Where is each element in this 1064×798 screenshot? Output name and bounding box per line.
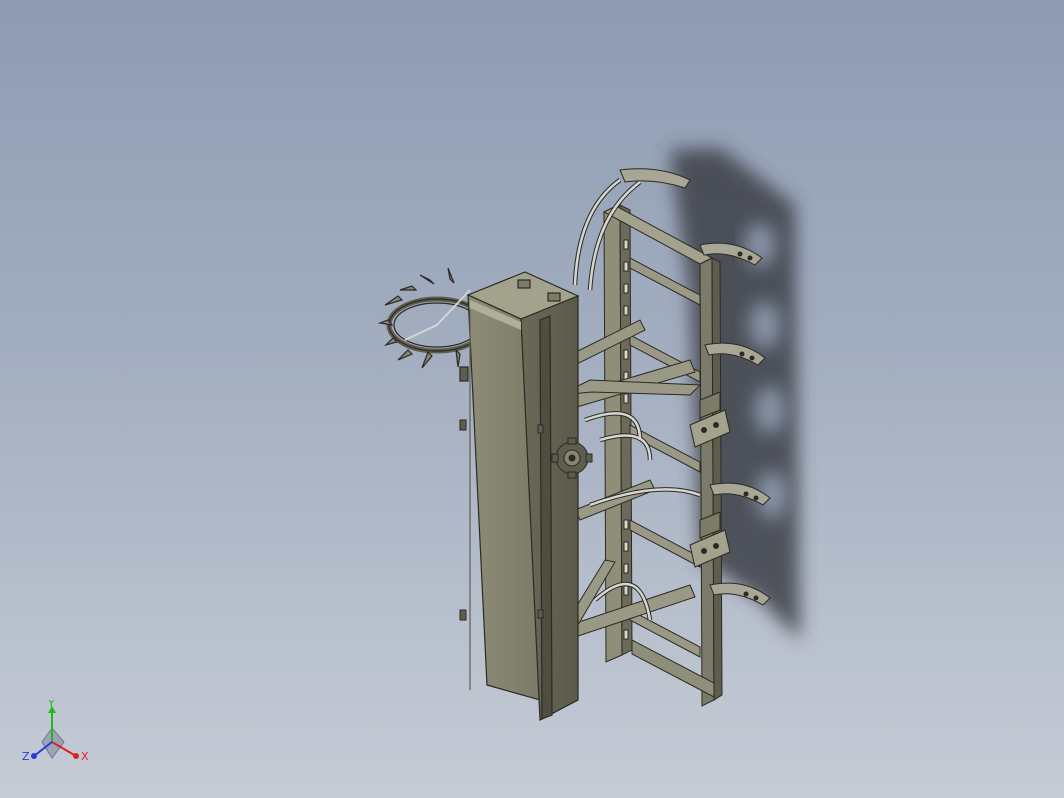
x-axis-label: X — [81, 750, 89, 763]
y-axis-label: Y — [47, 700, 55, 710]
main-housing[interactable] — [466, 271, 580, 721]
z-axis-marker — [31, 753, 37, 759]
model-view[interactable] — [0, 0, 1064, 798]
orientation-triad[interactable]: Y X Z — [14, 700, 94, 780]
side-frame[interactable] — [602, 204, 723, 707]
graphics-viewport[interactable]: Y X Z — [0, 0, 1064, 798]
z-axis-label: Z — [22, 750, 30, 763]
x-axis-marker — [73, 753, 79, 759]
